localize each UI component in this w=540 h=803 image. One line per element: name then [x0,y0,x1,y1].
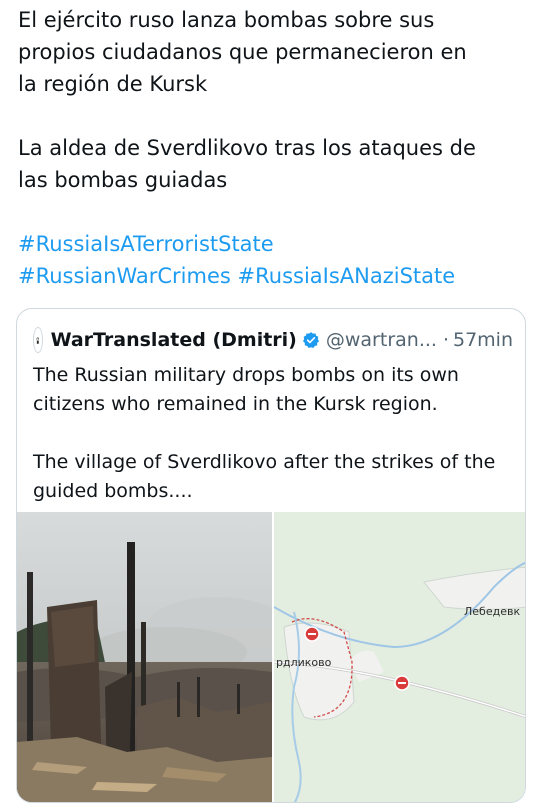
quoted-line: citizens who remained in the Kursk regio… [33,393,438,415]
photo-burned-village[interactable] [17,512,272,802]
map-image[interactable]: рдликово Лебедевк [274,512,525,802]
tweet-line: La aldea de Sverdlikovo tras los ataques… [18,136,476,160]
quoted-tweet-card[interactable]: WarTranslated (Dmitri) @wartran... · 57m… [16,308,526,803]
hashtag-line: #RussianWarCrimes #RussiaIsANaziState [18,260,523,292]
quoted-author-name[interactable]: WarTranslated (Dmitri) [51,329,297,351]
tweet-body: El ejército ruso lanza bombas sobre sus … [18,4,523,292]
verified-badge-icon [302,331,320,349]
quoted-line: The Russian military drops bombs on its … [33,364,459,386]
hashtag-line: #RussiaIsATerroristState [18,228,523,260]
avatar[interactable] [33,327,43,353]
quoted-tweet-header: WarTranslated (Dmitri) @wartran... · 57m… [33,325,513,355]
photo-image [17,512,272,802]
tweet-line: la región de Kursk [18,72,208,96]
hashtag-link[interactable]: #RussiaIsATerroristState [18,232,274,256]
separator-dot: · [442,329,449,351]
quoted-author-handle[interactable]: @wartran... [326,329,437,351]
media-grid: рдликово Лебедевк [17,512,525,802]
tweet-line: las bombas guiadas [18,168,228,192]
quoted-line: The village of Sverdlikovo after the str… [33,451,496,473]
hashtag-link[interactable]: #RussiaIsANaziState [238,264,456,288]
hashtag-link[interactable]: #RussianWarCrimes [18,264,231,288]
map-label-village2: Лебедевк [464,605,521,618]
quoted-timestamp[interactable]: 57min [453,329,513,351]
quoted-line: guided bombs.... [33,480,193,502]
tweet-line: El ejército ruso lanza bombas sobre sus [18,8,435,32]
tweet-line: propios ciudadanos que permanecieron en [18,40,467,64]
map-label-village: рдликово [276,656,332,669]
quoted-tweet-text: The Russian military drops bombs on its … [33,361,513,506]
